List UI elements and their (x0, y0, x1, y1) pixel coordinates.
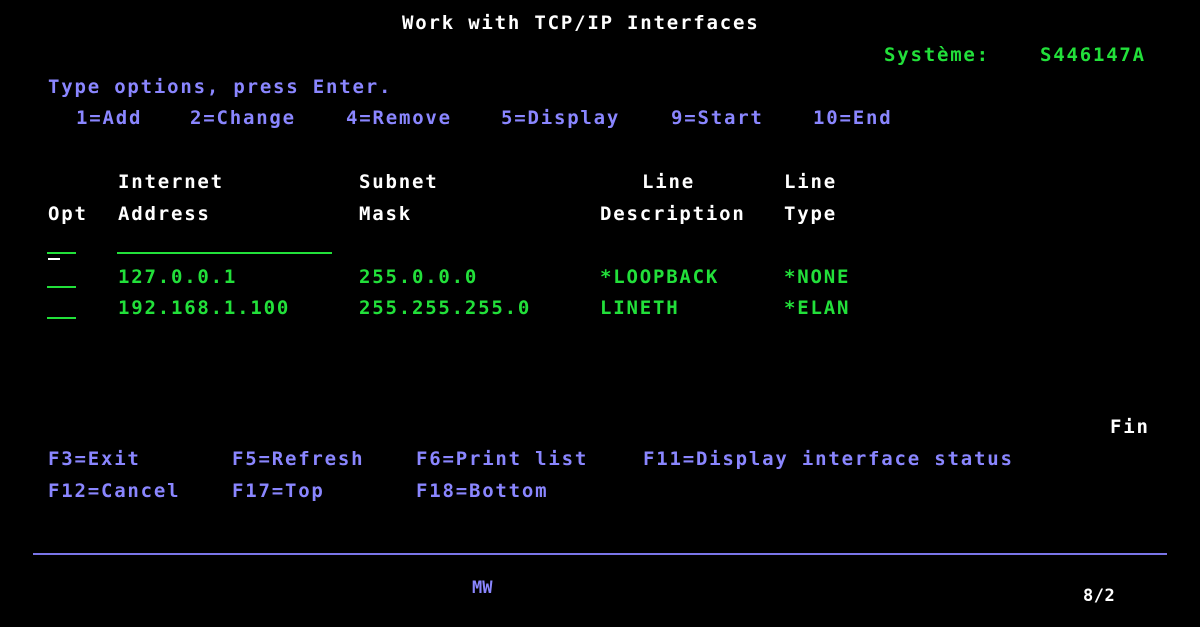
row-mask: 255.0.0.0 (359, 266, 479, 288)
text-cursor (48, 258, 60, 260)
position-address-input[interactable] (117, 252, 332, 254)
column-header-address: Address (118, 203, 211, 225)
row-address: 127.0.0.1 (118, 266, 238, 288)
system-name: S446147A (1040, 44, 1146, 66)
row-line-type: *ELAN (784, 297, 851, 319)
option-display: 5=Display (501, 107, 621, 129)
column-header-subnet: Subnet (359, 171, 439, 193)
column-header-line-desc: Line (642, 171, 695, 193)
row-opt-input[interactable] (47, 286, 76, 288)
status-divider (33, 553, 1167, 555)
option-add: 1=Add (76, 107, 143, 129)
column-header-internet: Internet (118, 171, 224, 193)
screen-title: Work with TCP/IP Interfaces (402, 12, 760, 34)
row-opt-input[interactable] (47, 317, 76, 319)
option-change: 2=Change (190, 107, 296, 129)
f17-top-key[interactable]: F17=Top (232, 480, 325, 502)
row-line-type: *NONE (784, 266, 851, 288)
column-header-mask: Mask (359, 203, 412, 225)
f6-print-list-key[interactable]: F6=Print list (416, 448, 588, 470)
row-mask: 255.255.255.0 (359, 297, 532, 319)
f3-exit-key[interactable]: F3=Exit (48, 448, 141, 470)
cursor-position: 8/2 (1083, 586, 1116, 606)
instruction-text: Type options, press Enter. (48, 76, 393, 98)
f12-cancel-key[interactable]: F12=Cancel (48, 480, 180, 502)
row-address: 192.168.1.100 (118, 297, 291, 319)
system-label: Système: (884, 44, 990, 66)
more-indicator: Fin (1110, 416, 1150, 438)
session-indicator: MW (472, 578, 493, 598)
position-opt-input[interactable] (47, 252, 76, 254)
column-header-type: Type (784, 203, 837, 225)
row-line-description: *LOOPBACK (600, 266, 720, 288)
f11-display-status-key[interactable]: F11=Display interface status (643, 448, 1014, 470)
option-end: 10=End (813, 107, 893, 129)
f18-bottom-key[interactable]: F18=Bottom (416, 480, 548, 502)
column-header-opt: Opt (48, 203, 88, 225)
f5-refresh-key[interactable]: F5=Refresh (232, 448, 364, 470)
option-start: 9=Start (671, 107, 764, 129)
column-header-description: Description (600, 203, 746, 225)
column-header-line-type: Line (784, 171, 837, 193)
row-line-description: LINETH (600, 297, 680, 319)
option-remove: 4=Remove (346, 107, 452, 129)
